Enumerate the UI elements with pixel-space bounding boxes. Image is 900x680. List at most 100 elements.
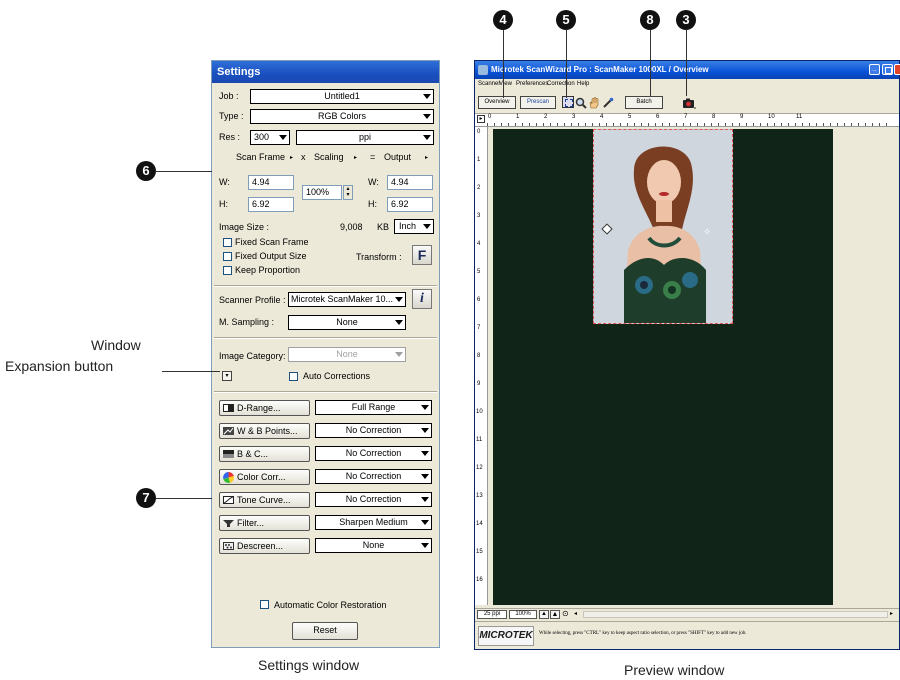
menu-correction[interactable]: Correction xyxy=(547,81,575,87)
menu-help[interactable]: Help xyxy=(577,81,589,87)
wb-points-button[interactable]: W & B Points... xyxy=(219,423,310,439)
bc-button[interactable]: B & C... xyxy=(219,446,310,462)
job-select[interactable]: Untitled1 xyxy=(250,89,434,104)
output-width-field[interactable]: 4.94 xyxy=(387,175,433,190)
tone-curve-select[interactable]: No Correction xyxy=(315,492,432,507)
minimize-button[interactable]: _ xyxy=(869,64,880,75)
transform-button[interactable]: F xyxy=(412,245,432,265)
chevron-down-icon xyxy=(423,94,431,99)
menu-view[interactable]: View xyxy=(499,81,512,87)
ruler-left-label: 4 xyxy=(477,241,481,247)
d-range-select[interactable]: Full Range xyxy=(315,400,432,415)
wb-points-label: W & B Points... xyxy=(237,426,298,436)
scanned-image[interactable] xyxy=(593,129,733,324)
callout-8-leader xyxy=(650,30,651,96)
scan-bed[interactable]: ✧ xyxy=(493,129,833,605)
ruler-left-label: 1 xyxy=(477,157,481,163)
maximize-button[interactable] xyxy=(882,64,893,75)
scanner-profile-select[interactable]: Microtek ScanMaker 10... xyxy=(288,292,406,307)
eyedropper-tool[interactable] xyxy=(602,96,614,108)
status-bar: MICROTEK While selecting, press "CTRL" k… xyxy=(475,621,899,650)
bc-label: B & C... xyxy=(237,449,269,459)
type-select[interactable]: RGB Colors xyxy=(250,109,434,124)
type-value: RGB Colors xyxy=(317,111,366,121)
zoom-pct-field[interactable]: 100% xyxy=(509,610,537,619)
callout-7-leader xyxy=(156,498,212,499)
m-sampling-label: M. Sampling : xyxy=(219,317,275,327)
output-height-field[interactable]: 6.92 xyxy=(387,197,433,212)
prescan-button[interactable]: Prescan xyxy=(520,96,556,109)
m-sampling-select[interactable]: None xyxy=(288,315,406,330)
tone-curve-value: No Correction xyxy=(345,494,402,504)
fixed-scan-frame-label: Fixed Scan Frame xyxy=(235,237,309,247)
camera-icon xyxy=(683,98,696,109)
tone-curve-label: Tone Curve... xyxy=(237,495,291,505)
scan-height-field[interactable]: 6.92 xyxy=(248,197,294,212)
filter-icon xyxy=(223,520,234,527)
filter-value: Sharpen Medium xyxy=(339,517,408,527)
triangle-right-icon: ▸ xyxy=(290,155,294,161)
scan-frame-tool[interactable] xyxy=(562,96,574,108)
batch-button[interactable]: Batch xyxy=(625,96,663,109)
scaling-spinner[interactable]: ▴ ▾ xyxy=(343,185,353,200)
ruler-left-label: 8 xyxy=(477,353,481,359)
fixed-scan-frame-checkbox[interactable] xyxy=(223,238,232,247)
menu-scanner[interactable]: Scanner xyxy=(478,81,500,87)
bc-value: No Correction xyxy=(345,448,402,458)
keep-proportion-label: Keep Proportion xyxy=(235,265,301,275)
auto-corrections-checkbox[interactable] xyxy=(289,372,298,381)
units-select[interactable]: Inch xyxy=(394,219,434,234)
overview-button[interactable]: Overview xyxy=(478,96,516,109)
reset-button[interactable]: Reset xyxy=(292,622,358,640)
descreen-button[interactable]: Descreen... xyxy=(219,538,310,554)
scaling-field[interactable]: 100% xyxy=(302,185,342,200)
close-button[interactable] xyxy=(894,64,900,75)
wb-points-select[interactable]: No Correction xyxy=(315,423,432,438)
zoom-fit-button[interactable]: ⊙ xyxy=(562,610,572,619)
tone-curve-button[interactable]: Tone Curve... xyxy=(219,492,310,508)
ruler-left-label: 0 xyxy=(477,129,481,135)
ruler-corner-button[interactable]: ▸ xyxy=(477,115,485,123)
ruler-left-label: 12 xyxy=(476,465,483,471)
filter-select[interactable]: Sharpen Medium xyxy=(315,515,432,530)
image-size-unit: KB xyxy=(377,222,390,232)
zoom-up-button[interactable]: ▲ xyxy=(550,610,560,619)
descreen-select[interactable]: None xyxy=(315,538,432,553)
ruler-left-label: 13 xyxy=(476,493,483,499)
magnifier-icon xyxy=(575,97,587,109)
color-corr-select[interactable]: No Correction xyxy=(315,469,432,484)
auto-color-restoration-checkbox[interactable] xyxy=(260,600,269,609)
scan-frame-label: Scan Frame xyxy=(236,152,286,162)
chevron-down-icon xyxy=(423,135,431,140)
hand-tool[interactable] xyxy=(588,96,600,109)
portrait-photo xyxy=(594,130,732,323)
image-category-label: Image Category: xyxy=(219,351,286,361)
scan-width-field[interactable]: 4.94 xyxy=(248,175,294,190)
zoom-tool[interactable] xyxy=(575,96,587,109)
wb-points-icon xyxy=(223,427,234,435)
menu-preferences[interactable]: Preferences xyxy=(516,81,548,87)
callout-6-leader xyxy=(156,171,212,172)
fixed-output-size-checkbox[interactable] xyxy=(223,252,232,261)
res-label: Res : xyxy=(219,132,241,142)
window-expansion-button[interactable]: ▾ xyxy=(222,371,232,381)
zoom-res-field[interactable]: 25 ppi xyxy=(477,610,507,619)
keep-proportion-checkbox[interactable] xyxy=(223,266,232,275)
camera-tool[interactable] xyxy=(682,96,696,109)
divider xyxy=(214,391,437,393)
image-category-select[interactable]: None xyxy=(288,347,406,362)
divider xyxy=(214,285,437,287)
res-unit-select[interactable]: ppi xyxy=(296,130,434,145)
res-select[interactable]: 300 xyxy=(250,130,290,145)
horizontal-scrollbar[interactable] xyxy=(583,611,888,618)
profile-info-button[interactable]: i xyxy=(412,289,432,309)
zoom-down-button[interactable]: ▲ xyxy=(539,610,549,619)
scroll-left-button[interactable]: ◂ xyxy=(574,610,582,619)
bc-select[interactable]: No Correction xyxy=(315,446,432,461)
chevron-left-icon: ◂ xyxy=(574,611,578,617)
scroll-right-button[interactable]: ▸ xyxy=(890,610,898,619)
color-corr-button[interactable]: Color Corr... xyxy=(219,469,310,485)
d-range-button[interactable]: D-Range... xyxy=(219,400,310,416)
scanner-profile-value: Microtek ScanMaker 10... xyxy=(291,294,394,304)
filter-button[interactable]: Filter... xyxy=(219,515,310,531)
